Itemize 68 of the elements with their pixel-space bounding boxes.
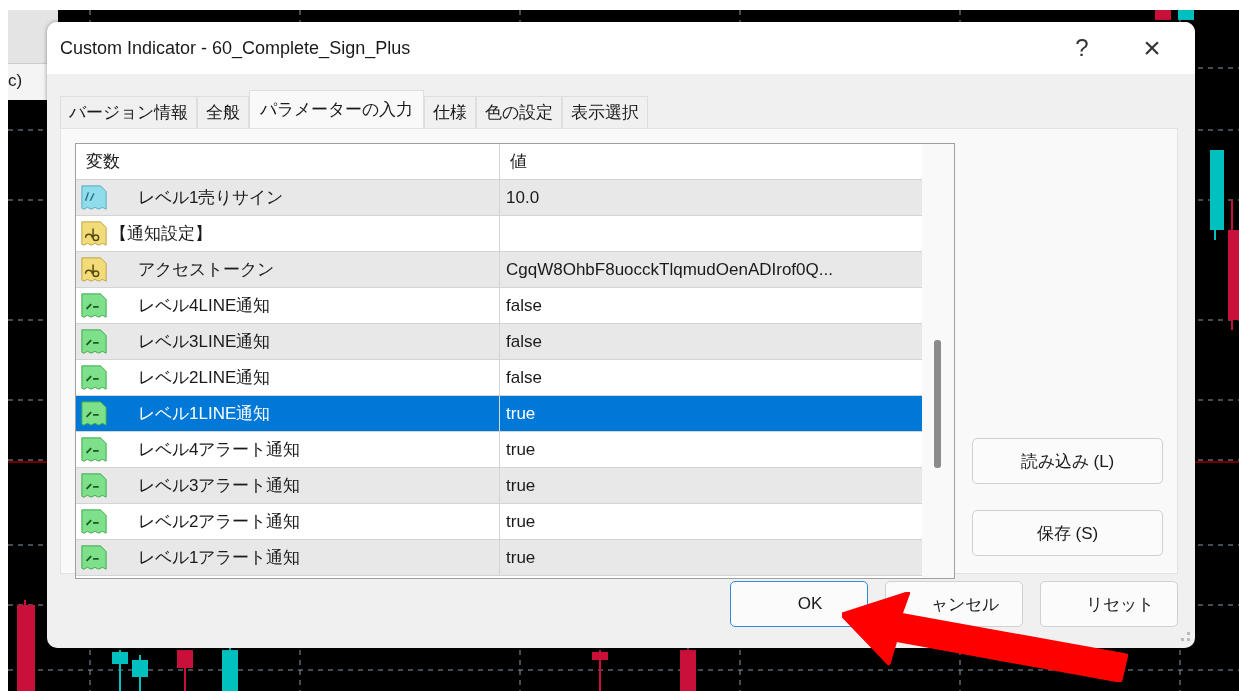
tab[interactable]: バージョン情報 — [60, 96, 197, 128]
toggle-line-icon — [80, 507, 108, 536]
table-cell-text: レベル3LINE通知 — [138, 331, 271, 353]
window-title: Custom Indicator - 60_Complete_Sign_Plus — [60, 37, 412, 59]
tab[interactable]: 全般 — [197, 96, 249, 128]
table-cell: false — [506, 295, 542, 316]
side-button[interactable]: 読み込み (L) — [972, 438, 1163, 484]
table-row[interactable]: レベル4LINE通知 false — [76, 288, 922, 324]
fraction-icon — [80, 183, 108, 212]
candle — [592, 649, 608, 691]
table-cell-text: レベル2LINE通知 — [138, 367, 271, 389]
table-cell-text: レベル2アラート通知 — [138, 511, 301, 533]
candle — [1155, 10, 1171, 20]
side-button[interactable]: 保存 (S) — [972, 510, 1163, 556]
table-cell-text: アクセストークン — [138, 259, 274, 281]
table-cell-text: レベル1売りサイン — [138, 187, 284, 209]
dialog-button[interactable]: リセット — [1040, 581, 1178, 627]
table-cell: false — [506, 331, 542, 352]
table-cell-text: レベル1アラート通知 — [138, 547, 301, 569]
table-cell-text: レベル4LINE通知 — [138, 295, 271, 317]
candle — [1178, 10, 1194, 20]
text-icon — [80, 219, 108, 248]
toggle-line-icon — [80, 543, 108, 572]
table-cell-text: レベル4アラート通知 — [138, 439, 301, 461]
tab[interactable]: 表示選択 — [562, 96, 648, 128]
table-cell: true — [506, 511, 536, 532]
candle — [177, 649, 193, 691]
candle — [680, 647, 696, 691]
table-cell-text: レベル1LINE通知 — [138, 403, 271, 425]
toggle-line-icon — [80, 435, 108, 464]
toggle-line-icon — [80, 291, 108, 320]
help-button[interactable]: ? — [1059, 28, 1105, 68]
close-button[interactable]: × — [1129, 28, 1175, 68]
table-cell: true — [506, 475, 536, 496]
scrollbar[interactable] — [922, 144, 954, 578]
toggle-line-icon — [80, 399, 108, 428]
table-row[interactable]: レベル1売りサイン 10.0 — [76, 180, 922, 216]
table-cell: true — [506, 403, 536, 424]
table-row[interactable]: レベル1LINE通知 true — [76, 396, 922, 432]
table-cell: CgqW8OhbF8uocckTlqmudOenADIrof0Q... — [506, 259, 833, 280]
tab[interactable]: パラメーターの入力 — [249, 90, 424, 128]
toggle-line-icon — [80, 471, 108, 500]
resize-grip-icon — [1181, 632, 1191, 642]
table-cell: true — [506, 439, 536, 460]
candle — [132, 654, 148, 691]
scrollbar-thumb[interactable] — [934, 340, 941, 468]
table-cell: 10.0 — [506, 187, 540, 208]
table-cell-text: 【通知設定】 — [110, 223, 212, 245]
table-row[interactable]: レベル3アラート通知 true — [76, 468, 922, 504]
column-header: 値 — [509, 151, 528, 173]
toggle-line-icon — [80, 363, 108, 392]
candle — [222, 647, 238, 691]
table-row[interactable]: レベル2アラート通知 true — [76, 504, 922, 540]
table-row[interactable]: レベル2LINE通知 false — [76, 360, 922, 396]
candle — [112, 649, 128, 691]
table-cell-text: レベル3アラート通知 — [138, 475, 301, 497]
toggle-line-icon — [80, 327, 108, 356]
table-row[interactable]: アクセストークン CgqW8OhbF8uocckTlqmudOenADIrof0Q... — [76, 252, 922, 288]
text-icon — [80, 255, 108, 284]
dialog-button[interactable]: OK — [730, 581, 868, 627]
table-cell: true — [506, 547, 536, 568]
column-header: 変数 — [76, 144, 500, 179]
table-row[interactable]: レベル1アラート通知 true — [76, 540, 922, 576]
tab[interactable]: 色の設定 — [476, 96, 562, 128]
tab[interactable]: 仕様 — [424, 96, 476, 128]
table-cell: false — [506, 367, 542, 388]
table-row[interactable]: 【通知設定】 — [76, 216, 922, 252]
table-row[interactable]: レベル3LINE通知 false — [76, 324, 922, 360]
